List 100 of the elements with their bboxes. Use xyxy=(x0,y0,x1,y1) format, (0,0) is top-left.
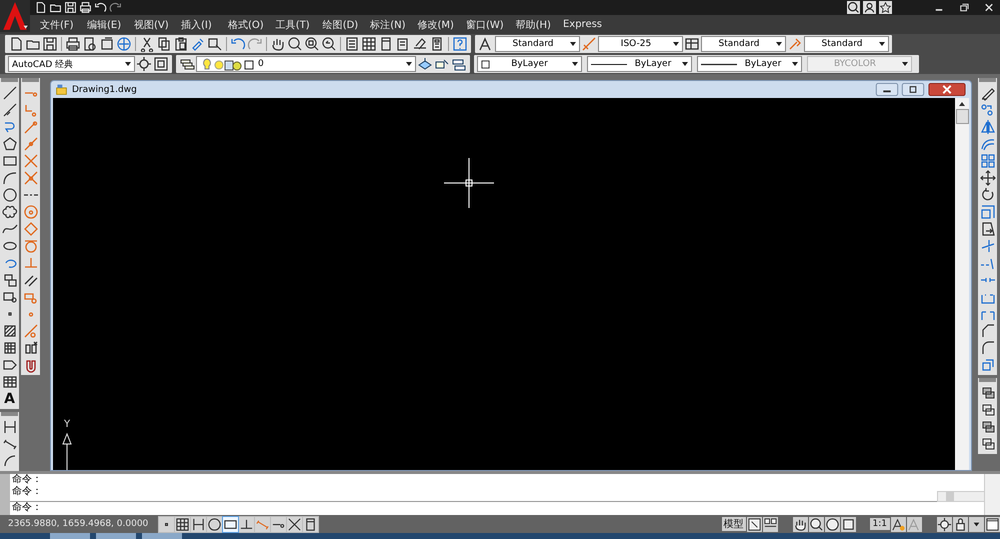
menu-item[interactable]: 绘图(D) xyxy=(316,18,364,32)
midpoint-snap-icon[interactable] xyxy=(22,136,38,152)
properties-icon[interactable] xyxy=(344,36,360,52)
property-dropdown[interactable]: ByLayer xyxy=(587,56,692,72)
hatch-icon[interactable] xyxy=(2,323,18,339)
polygon-icon[interactable] xyxy=(2,136,18,152)
auto-scale-icon[interactable] xyxy=(907,516,922,532)
layer-tool-icon[interactable] xyxy=(417,56,433,72)
endpoint-snap-icon[interactable] xyxy=(22,119,38,135)
explode-icon[interactable] xyxy=(980,357,996,373)
model-button[interactable]: 模型 xyxy=(722,517,746,531)
caret-icon[interactable] xyxy=(969,516,984,532)
snap-from-icon[interactable] xyxy=(22,102,38,118)
menu-item[interactable]: 窗口(W) xyxy=(460,18,510,32)
dimension-style-icon[interactable] xyxy=(581,36,597,52)
table-icon[interactable] xyxy=(2,374,18,390)
move-icon[interactable] xyxy=(980,170,996,186)
table-style-icon[interactable] xyxy=(684,36,700,52)
markup-icon[interactable] xyxy=(412,36,428,52)
text-tool[interactable]: A xyxy=(4,391,15,407)
new-file-icon[interactable] xyxy=(34,1,47,14)
search-icon[interactable] xyxy=(847,1,860,14)
tangent-snap-icon[interactable] xyxy=(22,238,38,254)
minimize-icon[interactable] xyxy=(875,83,899,96)
style-dropdown[interactable]: Standard xyxy=(804,36,889,52)
clean-screen-icon[interactable] xyxy=(985,516,1000,532)
pan-icon[interactable] xyxy=(792,516,808,532)
multileader-style-icon[interactable] xyxy=(787,36,803,52)
save-icon[interactable] xyxy=(42,36,58,52)
scale-icon[interactable] xyxy=(980,204,996,220)
annotation-scale-button[interactable]: 1:1 xyxy=(870,518,890,530)
annotation-visibility-icon[interactable] xyxy=(891,516,906,532)
gear-icon[interactable] xyxy=(136,56,152,72)
layout-icon[interactable] xyxy=(746,516,762,532)
menu-item[interactable]: 格式(O) xyxy=(222,18,270,32)
style-dropdown[interactable]: ISO-25 xyxy=(598,36,683,52)
menu-item[interactable]: 编辑(E) xyxy=(81,18,128,32)
arc-dimension-icon[interactable] xyxy=(2,453,18,469)
design-center-icon[interactable] xyxy=(361,36,377,52)
zoom-icon[interactable] xyxy=(808,516,824,532)
menu-item[interactable]: Express xyxy=(556,19,608,30)
zoom-previous-icon[interactable] xyxy=(321,36,337,52)
globe-icon[interactable] xyxy=(116,36,132,52)
close-icon[interactable] xyxy=(927,83,967,96)
gradient-icon[interactable] xyxy=(2,340,18,356)
restore-icon[interactable] xyxy=(901,83,925,96)
redo-icon[interactable] xyxy=(109,1,122,14)
command-window-grip[interactable] xyxy=(0,474,10,515)
user-icon[interactable] xyxy=(863,1,876,14)
drawing-canvas[interactable]: Y xyxy=(53,98,955,470)
vertical-scrollbar[interactable] xyxy=(955,98,969,470)
command-history-line: 命令： xyxy=(12,486,42,498)
crosshair-cursor xyxy=(444,158,494,208)
lock-icon[interactable] xyxy=(953,516,968,532)
copy-icon[interactable] xyxy=(156,36,172,52)
quick-view-icon[interactable] xyxy=(762,516,778,532)
mirror-icon[interactable] xyxy=(980,119,996,135)
property-dropdown[interactable]: ByLayer xyxy=(697,56,802,72)
construction-line-icon[interactable] xyxy=(2,102,18,118)
menu-item[interactable]: 文件(F) xyxy=(34,18,81,32)
style-dropdown[interactable]: Standard xyxy=(701,36,786,52)
command-history-line: 命令： xyxy=(12,474,42,486)
stretch-icon[interactable] xyxy=(980,221,996,237)
copy-objects-icon[interactable] xyxy=(980,102,996,118)
command-scrollbar[interactable] xyxy=(984,474,1000,515)
intersection-snap-icon[interactable] xyxy=(22,153,38,169)
help-icon[interactable] xyxy=(452,36,468,52)
revision-cloud-icon[interactable] xyxy=(2,204,18,220)
grid-icon[interactable] xyxy=(175,516,190,532)
menu-item[interactable]: 标注(N) xyxy=(364,18,412,32)
cut-icon[interactable] xyxy=(139,36,155,52)
paste-icon[interactable] xyxy=(173,36,189,52)
chamfer-icon[interactable] xyxy=(980,323,996,339)
style-dropdown[interactable]: Standard xyxy=(495,36,580,52)
zoom-window-icon[interactable] xyxy=(304,36,320,52)
zoom-icon[interactable] xyxy=(287,36,303,52)
layer-dropdown[interactable]: 0 xyxy=(196,56,416,72)
undo-icon[interactable] xyxy=(94,1,107,14)
quadrant-snap-icon[interactable] xyxy=(22,221,38,237)
property-dropdown[interactable]: ByLayer xyxy=(477,56,582,72)
insert-block-icon[interactable] xyxy=(2,272,18,288)
array-icon[interactable] xyxy=(980,153,996,169)
menu-item[interactable]: 视图(V) xyxy=(128,18,175,32)
menu-item[interactable]: 插入(I) xyxy=(175,18,222,32)
linear-dimension-icon[interactable] xyxy=(2,419,18,435)
menu-item[interactable]: 修改(M) xyxy=(412,18,460,32)
print-icon[interactable] xyxy=(65,36,81,52)
menu-item[interactable]: 工具(T) xyxy=(270,18,317,32)
fillet-icon[interactable] xyxy=(980,340,996,356)
star-icon[interactable] xyxy=(879,1,892,14)
horizontal-scrollbar[interactable] xyxy=(937,491,985,502)
trim-icon[interactable] xyxy=(980,238,996,254)
arc-icon[interactable] xyxy=(2,170,18,186)
rotate-icon[interactable] xyxy=(980,187,996,203)
line-icon[interactable] xyxy=(2,85,18,101)
match-properties-icon[interactable] xyxy=(190,36,206,52)
workspace-dropdown[interactable]: AutoCAD 经典 xyxy=(8,56,135,72)
print-preview-icon[interactable] xyxy=(82,36,98,52)
pan-icon[interactable] xyxy=(270,36,286,52)
menu-item[interactable]: 帮助(H) xyxy=(510,18,557,32)
